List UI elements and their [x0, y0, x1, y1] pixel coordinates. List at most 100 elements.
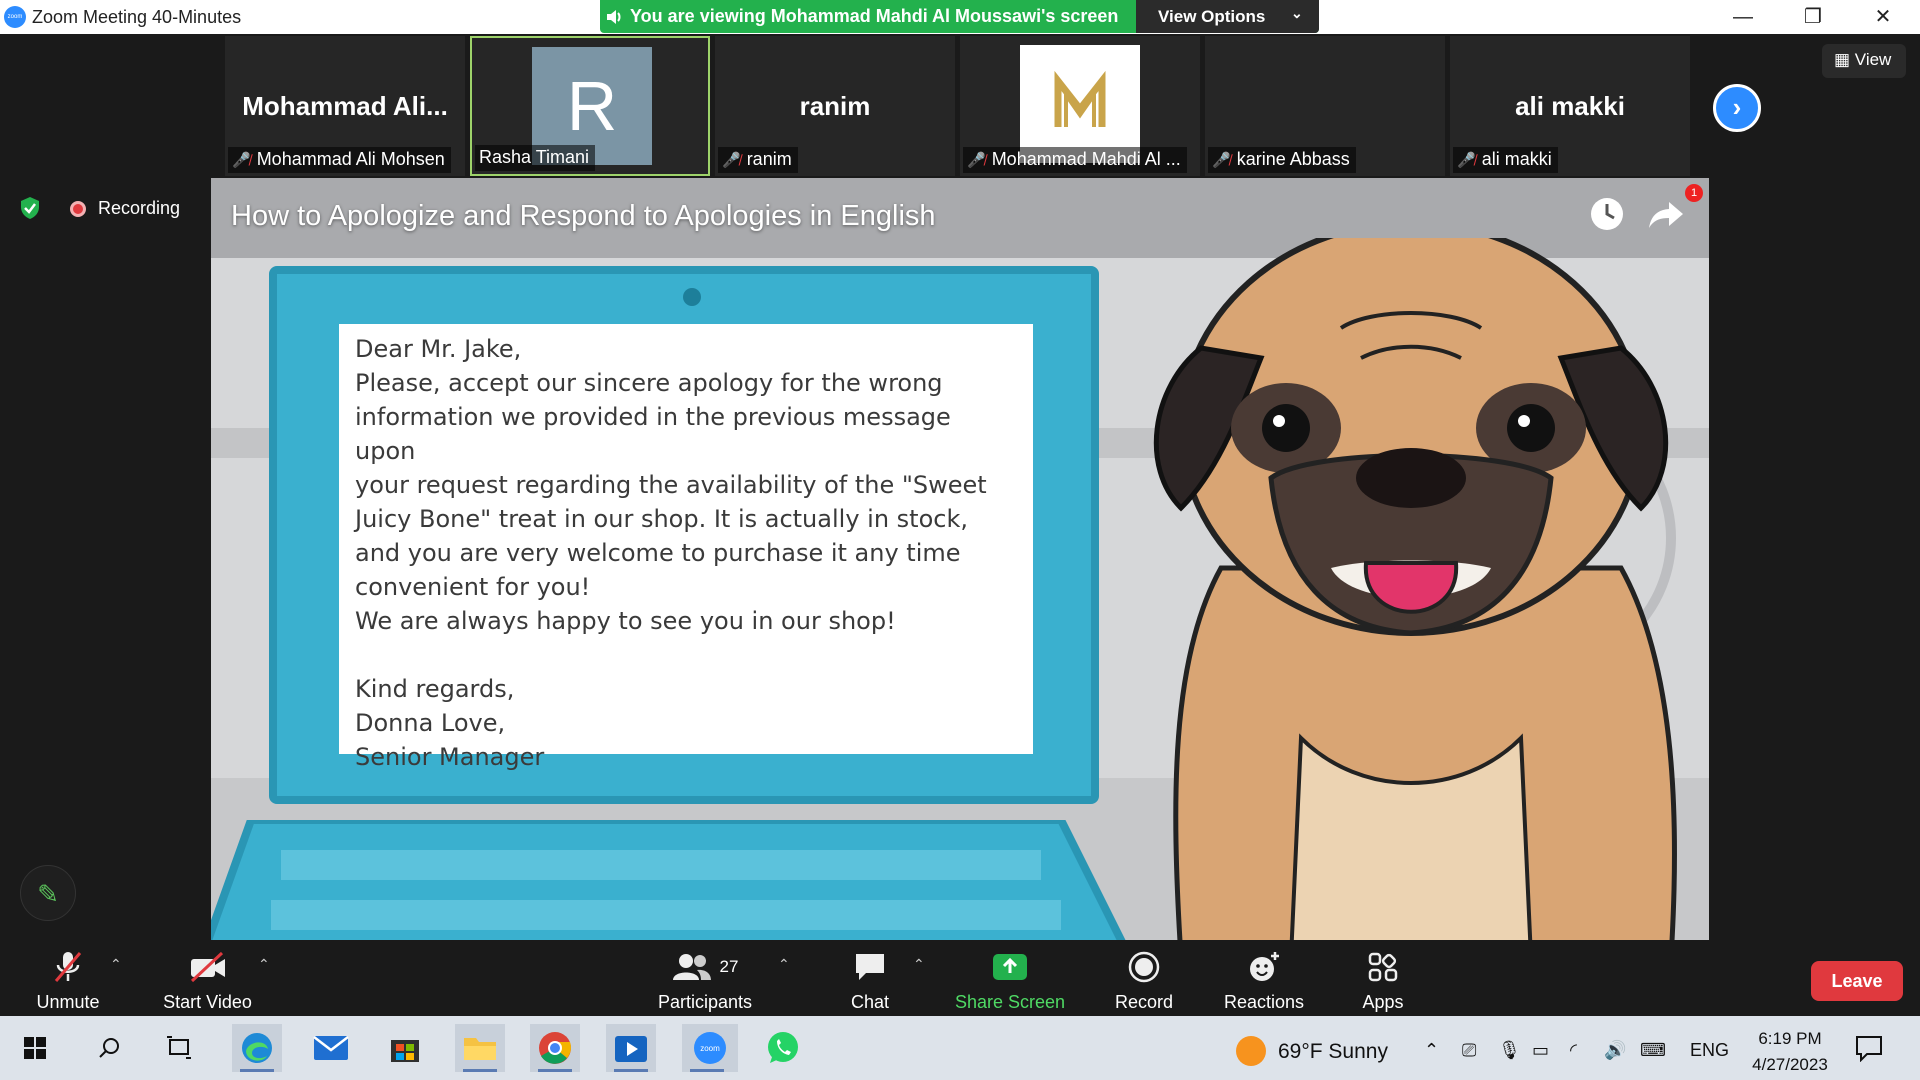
keyboard-icon[interactable]: ⌨: [1640, 1040, 1666, 1061]
pug-illustration: [1153, 238, 1677, 940]
microphone-icon[interactable]: 🎙: [1498, 1040, 1521, 1061]
taskbar-clock[interactable]: 6:19 PM 4/27/2023: [1740, 1026, 1840, 1078]
clock-date: 4/27/2023: [1752, 1055, 1828, 1074]
restore-button[interactable]: ❐: [1790, 2, 1836, 32]
mail-icon[interactable]: [306, 1024, 356, 1072]
muted-mic-icon: 🎤̸: [722, 152, 741, 169]
task-view-icon[interactable]: [154, 1024, 204, 1072]
view-button-label: View: [1854, 50, 1892, 69]
participants-button[interactable]: 27 Participants: [650, 950, 760, 1013]
whatsapp-icon[interactable]: [758, 1024, 808, 1072]
watch-later-icon[interactable]: [1589, 196, 1625, 232]
share-screen-button[interactable]: Share Screen: [955, 950, 1065, 1013]
letter-body: Please, accept our sincere apology for t…: [355, 369, 987, 635]
notifications-icon[interactable]: [1855, 1034, 1883, 1062]
participant-tile[interactable]: ranim 🎤̸ ranim: [715, 36, 955, 176]
meet-now-icon[interactable]: ⎚: [1462, 1040, 1476, 1061]
m-logo-icon: [1054, 70, 1106, 127]
participant-name: ranim: [746, 149, 792, 169]
weather-text[interactable]: 69°F Sunny: [1278, 1040, 1388, 1064]
window-title: Zoom Meeting 40-Minutes: [32, 7, 242, 27]
avatar-logo: [1020, 45, 1140, 163]
language-indicator[interactable]: ENG: [1690, 1040, 1729, 1061]
recording-label[interactable]: Recording: [98, 198, 180, 219]
participants-options-caret[interactable]: ⌃: [778, 956, 790, 973]
viewing-banner-text: You are viewing Mohammad Mahdi Al Moussa…: [630, 6, 1119, 26]
participant-name: Mohammad Ali Mohsen: [256, 149, 445, 169]
windows-start-icon[interactable]: [10, 1024, 60, 1072]
reactions-icon: [1250, 952, 1279, 981]
participant-name: ali makki: [1481, 149, 1552, 169]
view-button[interactable]: ▦ View: [1822, 44, 1906, 78]
webcam-dot: [683, 288, 701, 306]
unmute-button[interactable]: Unmute: [28, 950, 108, 1013]
file-explorer-icon[interactable]: [455, 1024, 505, 1072]
participant-tile-active-speaker[interactable]: R Rasha Timani: [470, 36, 710, 176]
zoom-taskbar-icon[interactable]: zoom: [682, 1024, 738, 1072]
search-icon[interactable]: [84, 1024, 134, 1072]
participant-tile[interactable]: Mohammad Ali... 🎤̸ Mohammad Ali Mohsen: [225, 36, 465, 176]
video-off-icon: [190, 951, 225, 983]
zoom-logo-icon: zoom: [4, 6, 26, 28]
apology-letter: Dear Mr. Jake, Please, accept our sincer…: [339, 324, 1033, 771]
apps-button[interactable]: Apps: [1348, 950, 1418, 1013]
participant-name-tag: 🎤̸ Mohammad Mahdi Al ...: [963, 147, 1187, 173]
notification-badge: 1: [1685, 184, 1703, 202]
video-options-caret[interactable]: ⌃: [258, 956, 270, 973]
chat-icon: [856, 954, 884, 980]
audio-options-caret[interactable]: ⌃: [110, 956, 122, 973]
microsoft-store-icon[interactable]: [380, 1024, 430, 1072]
participant-strip: Mohammad Ali... 🎤̸ Mohammad Ali Mohsen R …: [225, 36, 1695, 176]
media-player-icon[interactable]: [606, 1024, 656, 1072]
wifi-icon[interactable]: ◜: [1570, 1040, 1577, 1061]
chevron-up-icon[interactable]: ⌃: [1424, 1040, 1439, 1061]
participants-count: 27: [719, 957, 739, 976]
zoom-window: zoom Zoom Meeting 40-Minutes You are vie…: [0, 0, 1920, 1080]
share-arrow-icon[interactable]: [1647, 196, 1685, 232]
next-page-button[interactable]: ›: [1713, 84, 1761, 132]
reactions-button[interactable]: Reactions: [1220, 950, 1308, 1013]
edge-browser-icon[interactable]: [232, 1024, 282, 1072]
recording-dot-icon: [70, 201, 86, 217]
participant-name-tag: Rasha Timani: [475, 145, 596, 171]
participant-name-tag: 🎤̸ ali makki: [1453, 147, 1558, 173]
record-button[interactable]: Record: [1100, 950, 1188, 1013]
apps-label: Apps: [1362, 992, 1404, 1012]
close-button[interactable]: ✕: [1860, 2, 1906, 32]
battery-icon[interactable]: ▭: [1532, 1040, 1549, 1061]
start-video-label: Start Video: [163, 992, 252, 1012]
chat-button[interactable]: Chat: [840, 950, 900, 1013]
participant-name-tag: 🎤̸ karine Abbass: [1208, 147, 1356, 173]
participant-tile[interactable]: ali makki 🎤̸ ali makki: [1450, 36, 1690, 176]
windows-taskbar: zoom: [0, 1016, 1920, 1080]
annotate-pencil-button[interactable]: ✎: [20, 865, 76, 921]
start-video-button[interactable]: Start Video: [155, 950, 260, 1013]
view-options-button[interactable]: View Options ⌄: [1136, 0, 1319, 33]
chrome-icon[interactable]: [530, 1024, 580, 1072]
shared-screen: How to Apologize and Respond to Apologie…: [211, 178, 1709, 940]
participant-name: Rasha Timani: [479, 147, 590, 167]
chat-label: Chat: [850, 992, 890, 1012]
muted-mic-icon: 🎤̸: [232, 152, 251, 169]
record-icon: [1128, 951, 1160, 983]
share-screen-icon: [993, 954, 1027, 980]
participant-name-tag: 🎤̸ ranim: [718, 147, 798, 173]
minimize-button[interactable]: —: [1720, 2, 1766, 32]
sun-weather-icon: [1236, 1036, 1266, 1066]
meeting-toolbar: Unmute ⌃ Start Video ⌃ 27 Participants ⌃…: [0, 942, 1920, 1014]
participant-name-tag: 🎤̸ Mohammad Ali Mohsen: [228, 147, 451, 173]
muted-mic-icon: 🎤̸: [1212, 152, 1231, 169]
chat-options-caret[interactable]: ⌃: [913, 956, 925, 973]
participants-icon: [672, 954, 711, 980]
chevron-down-icon: ⌄: [1291, 5, 1303, 21]
share-screen-label: Share Screen: [955, 992, 1066, 1012]
svg-text:zoom: zoom: [700, 1044, 720, 1053]
participant-tile[interactable]: 🎤̸ Mohammad Mahdi Al ...: [960, 36, 1200, 176]
muted-mic-icon: 🎤̸: [1457, 152, 1476, 169]
clock-time: 6:19 PM: [1758, 1029, 1822, 1048]
record-label: Record: [1114, 992, 1174, 1012]
participant-tile[interactable]: 🎤̸ karine Abbass: [1205, 36, 1445, 176]
leave-button[interactable]: Leave: [1811, 961, 1903, 1001]
muted-mic-icon: [54, 952, 82, 982]
volume-icon[interactable]: 🔊: [1604, 1040, 1626, 1061]
